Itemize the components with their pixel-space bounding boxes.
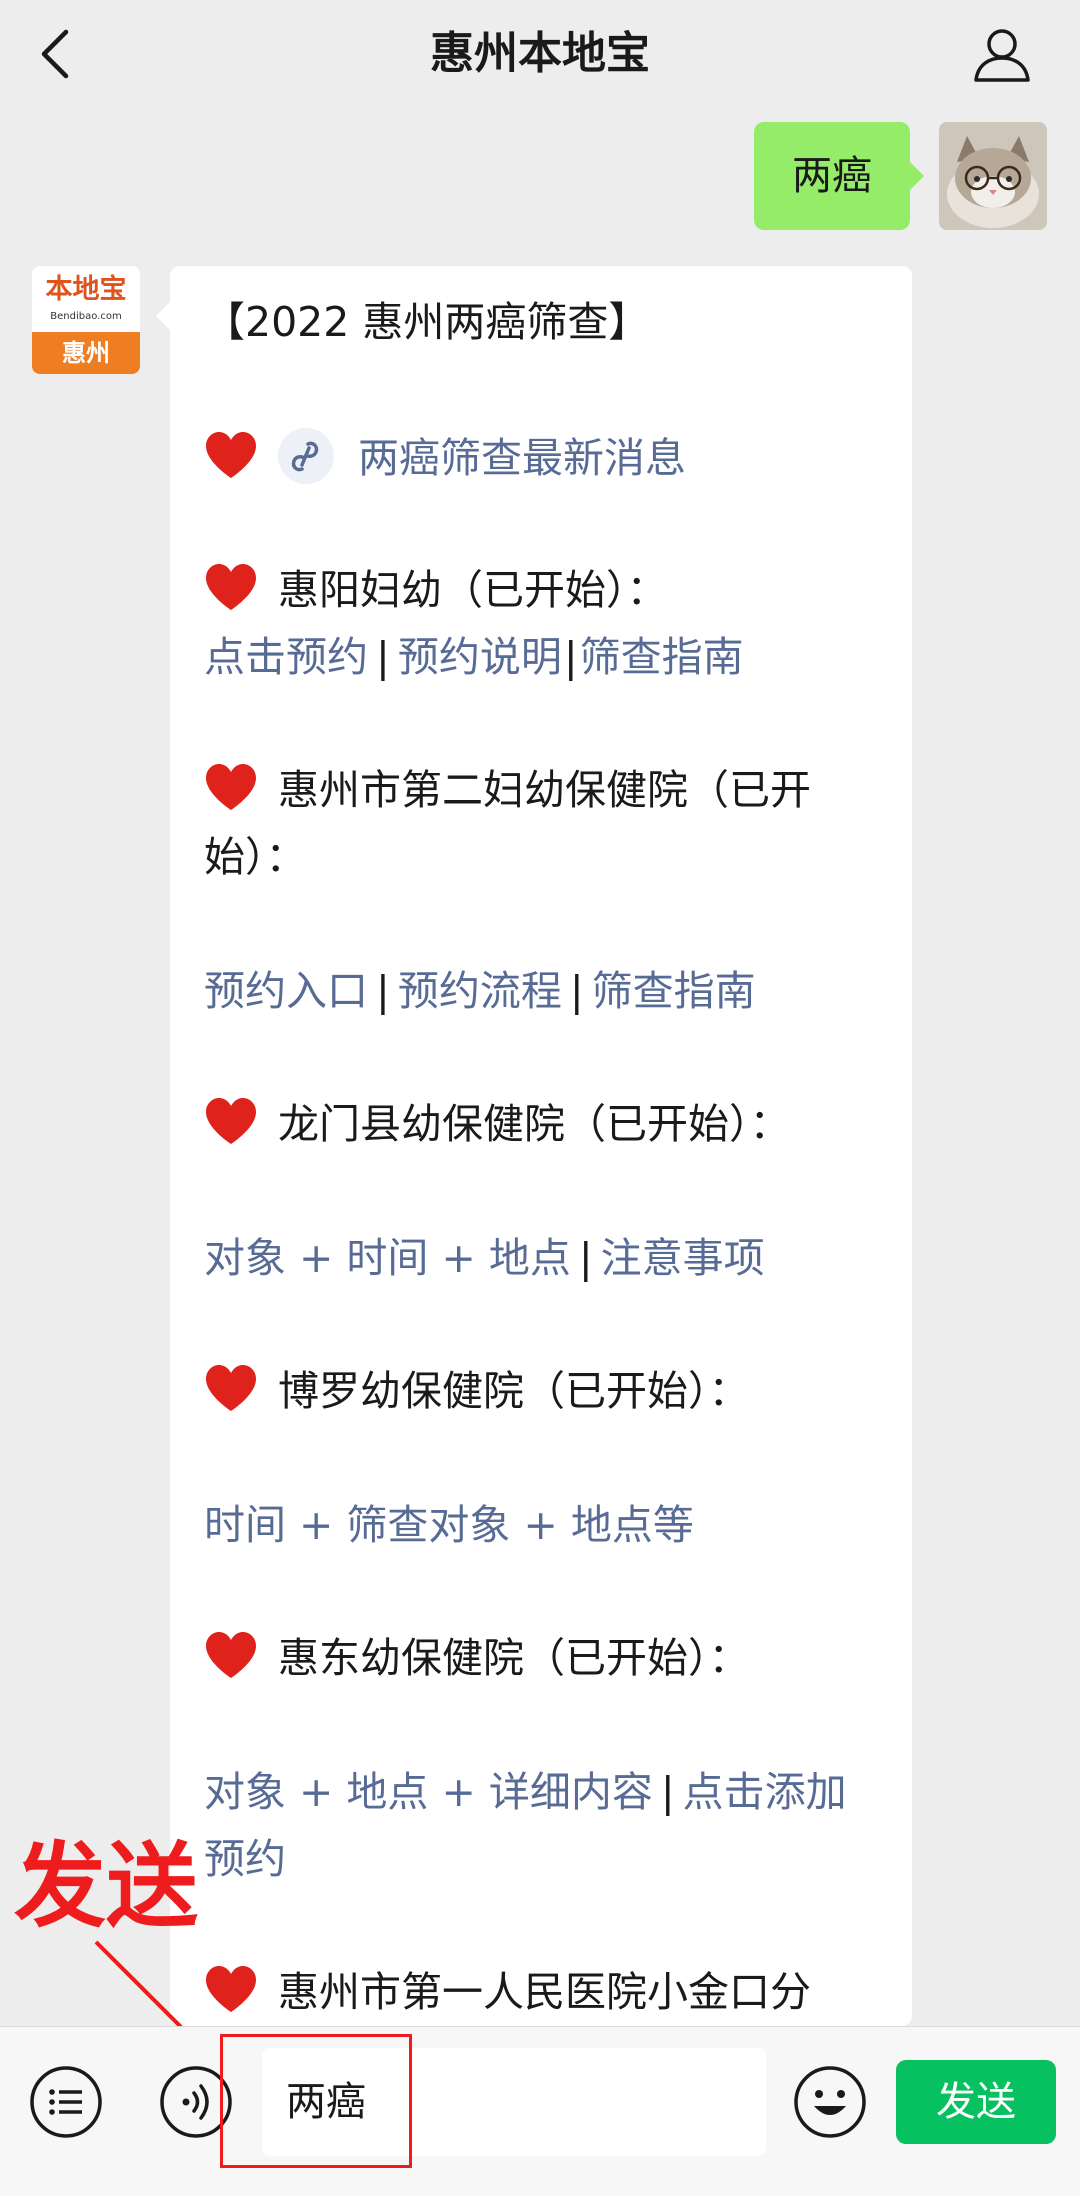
section-links: 时间 + 筛查对象 + 地点等 <box>204 1497 694 1553</box>
heart-icon <box>206 1966 256 2012</box>
link[interactable]: 对象 + 地点 + 详细内容 <box>204 1768 653 1816</box>
link[interactable]: 预约说明 <box>398 633 562 681</box>
link[interactable]: 预约入口 <box>204 967 368 1015</box>
link[interactable]: 时间 + 筛查对象 + 地点等 <box>204 1501 694 1549</box>
heart-icon <box>206 1098 256 1144</box>
user-avatar[interactable] <box>939 122 1047 230</box>
section-title: 惠东幼保健院（已开始）： <box>204 1630 750 1686</box>
section-title: 博罗幼保健院（已开始）： <box>204 1363 750 1419</box>
cat-avatar-image <box>939 122 1047 230</box>
section-links: 点击预约 | 预约说明|筛查指南 <box>204 633 744 681</box>
section-title-text: 龙门县幼保健院（已开始）： <box>278 1100 791 1148</box>
reply-heading: 【2022 惠州两癌筛查】 <box>204 298 650 346</box>
send-button[interactable]: 发送 <box>896 2060 1056 2144</box>
section-title-text: 博罗幼保健院（已开始）： <box>278 1367 750 1415</box>
logo-top: 本地宝 Bendibao.com <box>32 266 140 332</box>
annotation-highlight-box <box>220 2034 412 2168</box>
account-avatar[interactable]: 本地宝 Bendibao.com 惠州 <box>32 266 140 374</box>
section-links: 对象 + 地点 + 详细内容 | 点击添加 <box>204 1768 847 1816</box>
link[interactable]: 对象 + 时间 + 地点 <box>204 1234 571 1282</box>
mini-program-row: 两癌筛查最新消息 <box>204 428 686 486</box>
logo-city: 惠州 <box>32 332 140 374</box>
link[interactable]: 注意事项 <box>601 1234 765 1282</box>
top-bar: 惠州本地宝 <box>0 0 1080 112</box>
link[interactable]: 点击预约 <box>204 633 368 681</box>
section-title: 惠州市第二妇幼保健院（已开 <box>204 762 811 818</box>
section-links: 对象 + 时间 + 地点 | 注意事项 <box>204 1234 765 1282</box>
section-links: 预约入口 | 预约流程 | 筛查指南 <box>204 967 756 1015</box>
section-title-cont: 始）： <box>204 833 307 881</box>
section-links-cont: 预约 <box>204 1831 286 1887</box>
section-title: 惠阳妇幼（已开始）： <box>204 562 668 618</box>
heart-icon <box>206 564 256 610</box>
logo-subtext: Bendibao.com <box>50 311 122 322</box>
emoji-icon[interactable] <box>792 2064 868 2140</box>
page-title: 惠州本地宝 <box>430 28 650 79</box>
annotation-label: 发送 <box>14 1833 199 1940</box>
section-title: 惠州市第一人民医院小金口分 <box>204 1964 811 2020</box>
heart-icon <box>206 764 256 810</box>
heart-icon <box>206 432 256 478</box>
menu-icon[interactable] <box>28 2064 104 2140</box>
section-title: 龙门县幼保健院（已开始）： <box>204 1096 791 1152</box>
link[interactable]: 预约 <box>204 1835 286 1883</box>
heart-icon <box>206 1632 256 1678</box>
section-title-text: 惠阳妇幼（已开始）： <box>278 566 668 614</box>
link[interactable]: 筛查指南 <box>580 633 744 681</box>
link[interactable]: 预约流程 <box>398 967 562 1015</box>
profile-icon[interactable] <box>970 22 1034 86</box>
link[interactable]: 点击添加 <box>683 1768 847 1816</box>
mini-program-link[interactable]: 两癌筛查最新消息 <box>358 434 686 482</box>
reply-message-bubble: 【2022 惠州两癌筛查】 两癌筛查最新消息 惠阳妇幼（已开始）： 点击预约 | 预… <box>156 266 912 2026</box>
user-message-bubble[interactable]: 两癌 <box>754 122 924 230</box>
logo-text: 本地宝 <box>45 274 127 305</box>
section-title-text: 惠东幼保健院（已开始）： <box>278 1634 750 1682</box>
section-title-text: 惠州市第一人民医院小金口分 <box>278 1968 811 2016</box>
section-title-text: 惠州市第二妇幼保健院（已开 <box>278 766 811 814</box>
heart-icon <box>206 1365 256 1411</box>
link[interactable]: 筛查指南 <box>592 967 756 1015</box>
mini-program-icon <box>278 428 334 484</box>
